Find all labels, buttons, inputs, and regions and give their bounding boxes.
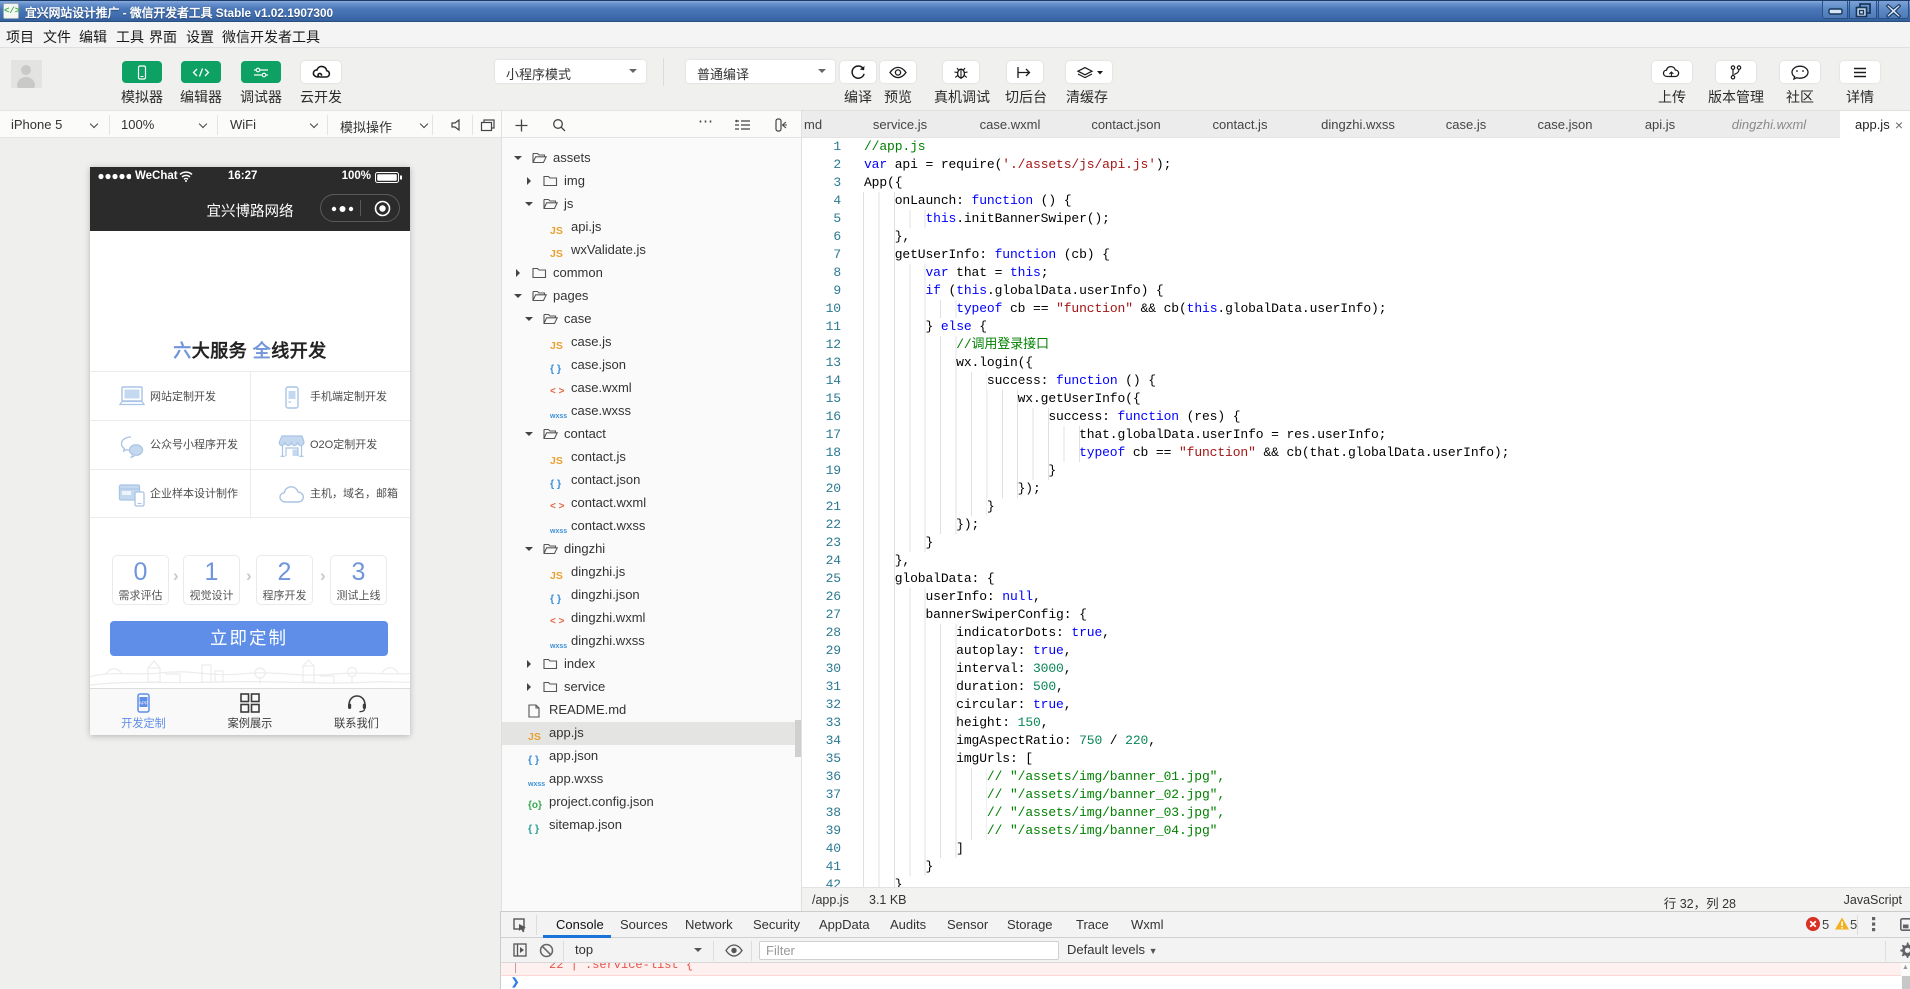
svg-text:APP: APP	[139, 701, 148, 706]
